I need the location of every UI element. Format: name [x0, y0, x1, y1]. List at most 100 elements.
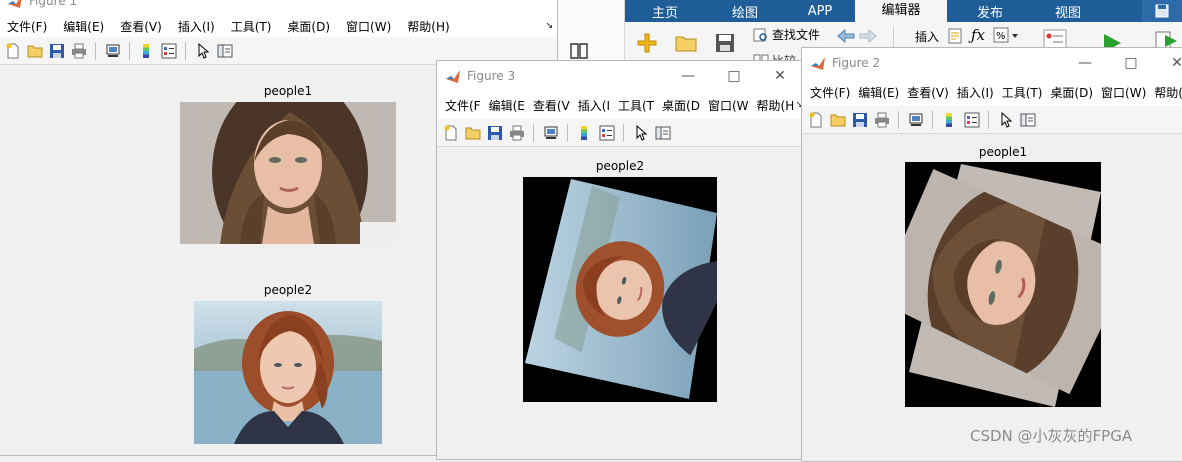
menu-tools[interactable]: 工具(T)	[227, 18, 276, 35]
pointer-icon[interactable]	[631, 123, 650, 142]
menu-help[interactable]: 帮助(H)	[403, 18, 453, 35]
save-icon[interactable]	[850, 110, 869, 129]
menu-desktop[interactable]: 桌面(D)	[1046, 84, 1097, 101]
figure-1-menubar: 文件(F) 编辑(E) 查看(V) 插入(I) 工具(T) 桌面(D) 窗口(W…	[0, 15, 557, 37]
open-file-icon[interactable]	[25, 41, 44, 60]
axes-title: people1	[978, 145, 1028, 159]
menu-edit[interactable]: 编辑(E)	[59, 18, 108, 35]
new-file-icon[interactable]	[635, 32, 659, 54]
desktop-tab-bar: 主页 绘图 APP 编辑器 发布 视图	[625, 0, 1182, 22]
legend-icon[interactable]	[597, 123, 616, 142]
menu-tools[interactable]: 工具(T)	[998, 84, 1047, 101]
toolbar-separator	[567, 123, 568, 142]
figure-3-menubar: 文件(F 编辑(E 查看(V 插入(I 工具(T 桌面(D 窗口(W 帮助(H …	[437, 91, 807, 119]
menu-insert[interactable]: 插入(I)	[953, 84, 998, 101]
toolbar-separator	[988, 110, 989, 129]
matlab-logo-icon	[811, 57, 825, 70]
open-file-icon[interactable]	[463, 123, 482, 142]
save-icon[interactable]	[47, 41, 66, 60]
figure-window-3[interactable]: Figure 3 — □ ✕ 文件(F 编辑(E 查看(V 插入(I 工具(T …	[436, 60, 808, 460]
property-editor-icon[interactable]	[1018, 110, 1037, 129]
toolbar-separator	[129, 41, 130, 60]
link-plot-icon[interactable]	[906, 110, 925, 129]
save-icon[interactable]	[485, 123, 504, 142]
pointer-icon[interactable]	[193, 41, 212, 60]
tab-publish[interactable]: 发布	[947, 2, 1033, 21]
save-icon[interactable]	[1142, 0, 1182, 22]
fx-icon[interactable]: ƒx	[971, 26, 985, 44]
menu-insert[interactable]: 插入(I	[574, 97, 614, 114]
print-icon[interactable]	[507, 123, 526, 142]
menu-view[interactable]: 查看(V	[529, 97, 574, 114]
close-icon[interactable]: ✕	[1154, 48, 1182, 78]
new-figure-icon[interactable]	[3, 41, 22, 60]
menu-file[interactable]: 文件(F	[441, 97, 485, 114]
close-icon[interactable]: ✕	[757, 61, 803, 91]
insert-section-icon[interactable]	[947, 27, 965, 45]
minimize-icon[interactable]: —	[665, 61, 711, 91]
menu-edit[interactable]: 编辑(E	[485, 97, 529, 114]
save-file-icon[interactable]	[715, 33, 735, 53]
new-figure-icon[interactable]	[441, 123, 460, 142]
menu-view[interactable]: 查看(V)	[116, 18, 166, 35]
toolbar-separator	[932, 110, 933, 129]
menu-help[interactable]: 帮助(H	[753, 97, 799, 114]
menu-tools[interactable]: 工具(T	[614, 97, 658, 114]
open-file-icon[interactable]	[828, 110, 847, 129]
menu-desktop[interactable]: 桌面(D)	[283, 18, 334, 35]
maximize-icon[interactable]: □	[711, 61, 757, 91]
figure-1-title: Figure 1	[29, 0, 78, 8]
figure-window-2[interactable]: Figure 2 — □ ✕ 文件(F) 编辑(E) 查看(V) 插入(I) 工…	[801, 47, 1182, 462]
toolbar-separator	[623, 123, 624, 142]
menu-window[interactable]: 窗口(W)	[1097, 84, 1150, 101]
figure-2-title: Figure 2	[832, 56, 881, 70]
menu-desktop[interactable]: 桌面(D	[658, 97, 704, 114]
legend-icon[interactable]	[962, 110, 981, 129]
figure-2-titlebar[interactable]: Figure 2 — □ ✕	[802, 48, 1182, 78]
toolbar-separator	[185, 41, 186, 60]
rotated-people1-image	[905, 162, 1101, 407]
minimize-icon[interactable]: —	[1062, 48, 1108, 78]
colorbar-icon[interactable]	[575, 123, 594, 142]
insert-button[interactable]: 插入	[915, 28, 939, 45]
colorbar-icon[interactable]	[137, 41, 156, 60]
tab-editor[interactable]: 编辑器	[855, 0, 947, 22]
print-icon[interactable]	[69, 41, 88, 60]
breakpoint-list-icon[interactable]	[1043, 29, 1067, 49]
property-editor-icon[interactable]	[215, 41, 234, 60]
link-plot-icon[interactable]	[103, 41, 122, 60]
print-icon[interactable]	[872, 110, 891, 129]
menu-window[interactable]: 窗口(W	[704, 97, 753, 114]
toolbar-separator	[898, 110, 899, 129]
figure-3-toolbar	[437, 119, 807, 147]
tab-plots[interactable]: 绘图	[705, 2, 785, 21]
tab-apps[interactable]: APP	[785, 4, 855, 19]
property-editor-icon[interactable]	[653, 123, 672, 142]
find-files-button[interactable]: 查找文件	[753, 26, 820, 43]
toolbar-separator	[95, 41, 96, 60]
back-arrow-icon[interactable]	[837, 29, 855, 43]
menu-edit[interactable]: 编辑(E)	[854, 84, 903, 101]
matlab-logo-icon	[446, 70, 460, 83]
link-plot-icon[interactable]	[541, 123, 560, 142]
menu-help[interactable]: 帮助(H)	[1150, 84, 1182, 101]
colorbar-icon[interactable]	[940, 110, 959, 129]
maximize-icon[interactable]: □	[1108, 48, 1154, 78]
menu-view[interactable]: 查看(V)	[903, 84, 953, 101]
menu-file[interactable]: 文件(F)	[3, 18, 51, 35]
new-figure-icon[interactable]	[806, 110, 825, 129]
tab-view[interactable]: 视图	[1033, 2, 1103, 21]
pointer-icon[interactable]	[996, 110, 1015, 129]
comment-icon[interactable]: %	[993, 26, 1019, 44]
toolbar-separator	[533, 123, 534, 142]
forward-arrow-icon[interactable]	[859, 29, 877, 43]
toolbar-overflow-icon[interactable]: ↘	[545, 21, 553, 31]
legend-icon[interactable]	[159, 41, 178, 60]
menu-file[interactable]: 文件(F)	[806, 84, 854, 101]
figure-3-titlebar[interactable]: Figure 3 — □ ✕	[437, 61, 807, 91]
tab-home[interactable]: 主页	[625, 2, 705, 21]
figure-1-titlebar[interactable]: Figure 1	[0, 0, 557, 15]
menu-insert[interactable]: 插入(I)	[174, 18, 219, 35]
menu-window[interactable]: 窗口(W)	[342, 18, 395, 35]
open-folder-icon[interactable]	[675, 34, 697, 52]
